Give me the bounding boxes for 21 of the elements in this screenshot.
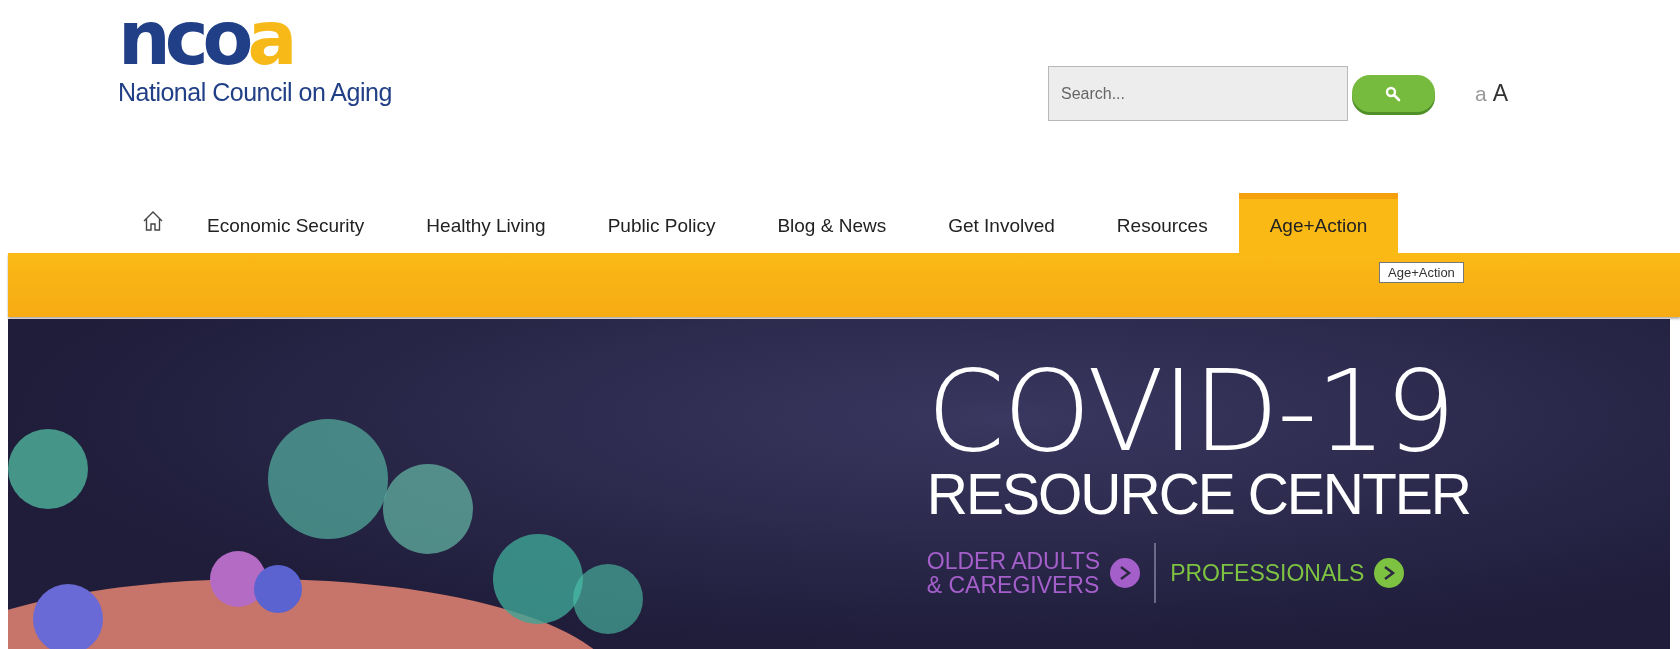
search-field[interactable]: Search... — [1047, 66, 1348, 121]
nav-tab[interactable]: Get Involved — [917, 199, 1086, 253]
large-text-size-link[interactable]: A — [1492, 80, 1508, 107]
home-icon — [142, 210, 164, 232]
hero-link[interactable]: PROFESSIONALS — [1170, 558, 1405, 588]
hero-title: COVID-19 — [926, 359, 1454, 463]
search-icon — [1385, 85, 1402, 102]
logo-tagline: National Council on Aging — [118, 78, 392, 107]
nav-tab[interactable]: Age+Action — [1238, 193, 1399, 253]
nav-tab[interactable]: Healthy Living — [395, 199, 577, 253]
search-button[interactable] — [1351, 75, 1435, 112]
arrow-circle-icon — [1110, 558, 1141, 588]
logo-wordmark: ncoa — [118, 6, 293, 70]
arrow-circle-icon — [1374, 558, 1405, 588]
hero-link[interactable]: OLDER ADULTS & CAREGIVERS — [926, 549, 1141, 597]
hero-subtitle: RESOURCE CENTER — [926, 463, 1470, 525]
nav-tab[interactable]: Resources — [1085, 199, 1239, 253]
tooltip: Age+Action — [1379, 262, 1464, 283]
nav-tab[interactable]: Public Policy — [576, 199, 747, 253]
nav-tab[interactable]: Blog & News — [746, 199, 918, 253]
nav-tab[interactable]: Economic Security — [176, 199, 396, 253]
